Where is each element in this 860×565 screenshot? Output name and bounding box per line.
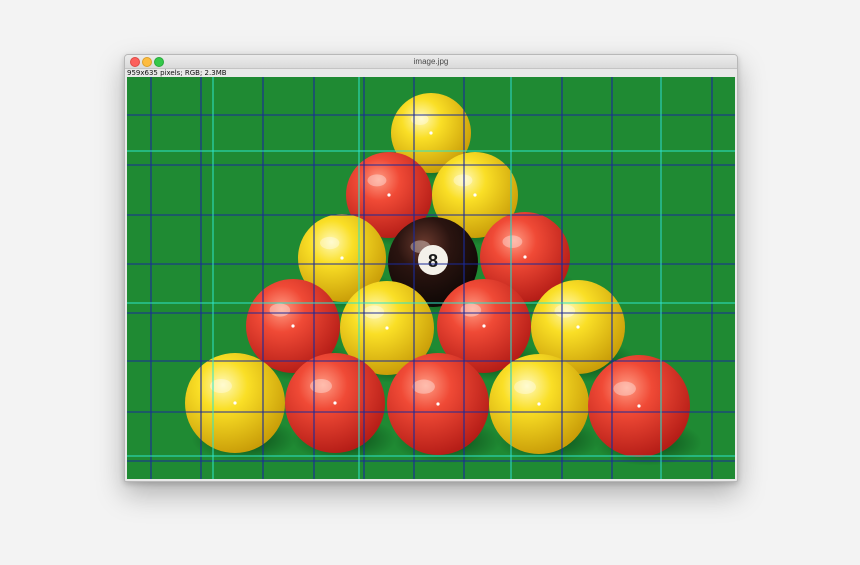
ball-highlight [269,303,291,317]
billiard-balls-photo[interactable]: 8 [127,77,735,479]
ball-highlight [310,379,332,393]
center-marker [637,404,641,408]
center-marker [291,324,295,328]
center-marker [333,401,337,405]
ball-highlight [514,380,536,394]
ball-highlight [367,174,387,187]
center-marker [523,255,527,259]
center-marker [385,326,389,330]
image-info-text: 959x635 pixels; RGB; 2.3MB [127,69,227,77]
ball-highlight [502,235,523,248]
center-marker [436,402,440,406]
ball-highlight [363,305,385,319]
eight-ball-number: 8 [428,251,438,271]
center-marker [340,256,344,260]
center-marker [387,193,391,197]
ball-highlight [320,236,340,250]
title-bar[interactable]: image.jpg [125,55,737,69]
center-marker [537,402,541,406]
center-marker [473,193,477,197]
image-canvas[interactable]: 8 [127,77,735,479]
center-marker [429,131,433,135]
window-title: image.jpg [413,57,449,66]
ball-highlight [613,381,636,396]
center-marker [576,325,580,329]
center-marker [482,324,486,328]
image-window[interactable]: image.jpg 959x635 pixels; RGB; 2.3MB 8 [124,54,738,482]
ball-highlight [412,379,435,394]
ball-highlight [554,304,576,318]
ball-highlight [453,174,473,187]
center-marker [233,401,237,405]
